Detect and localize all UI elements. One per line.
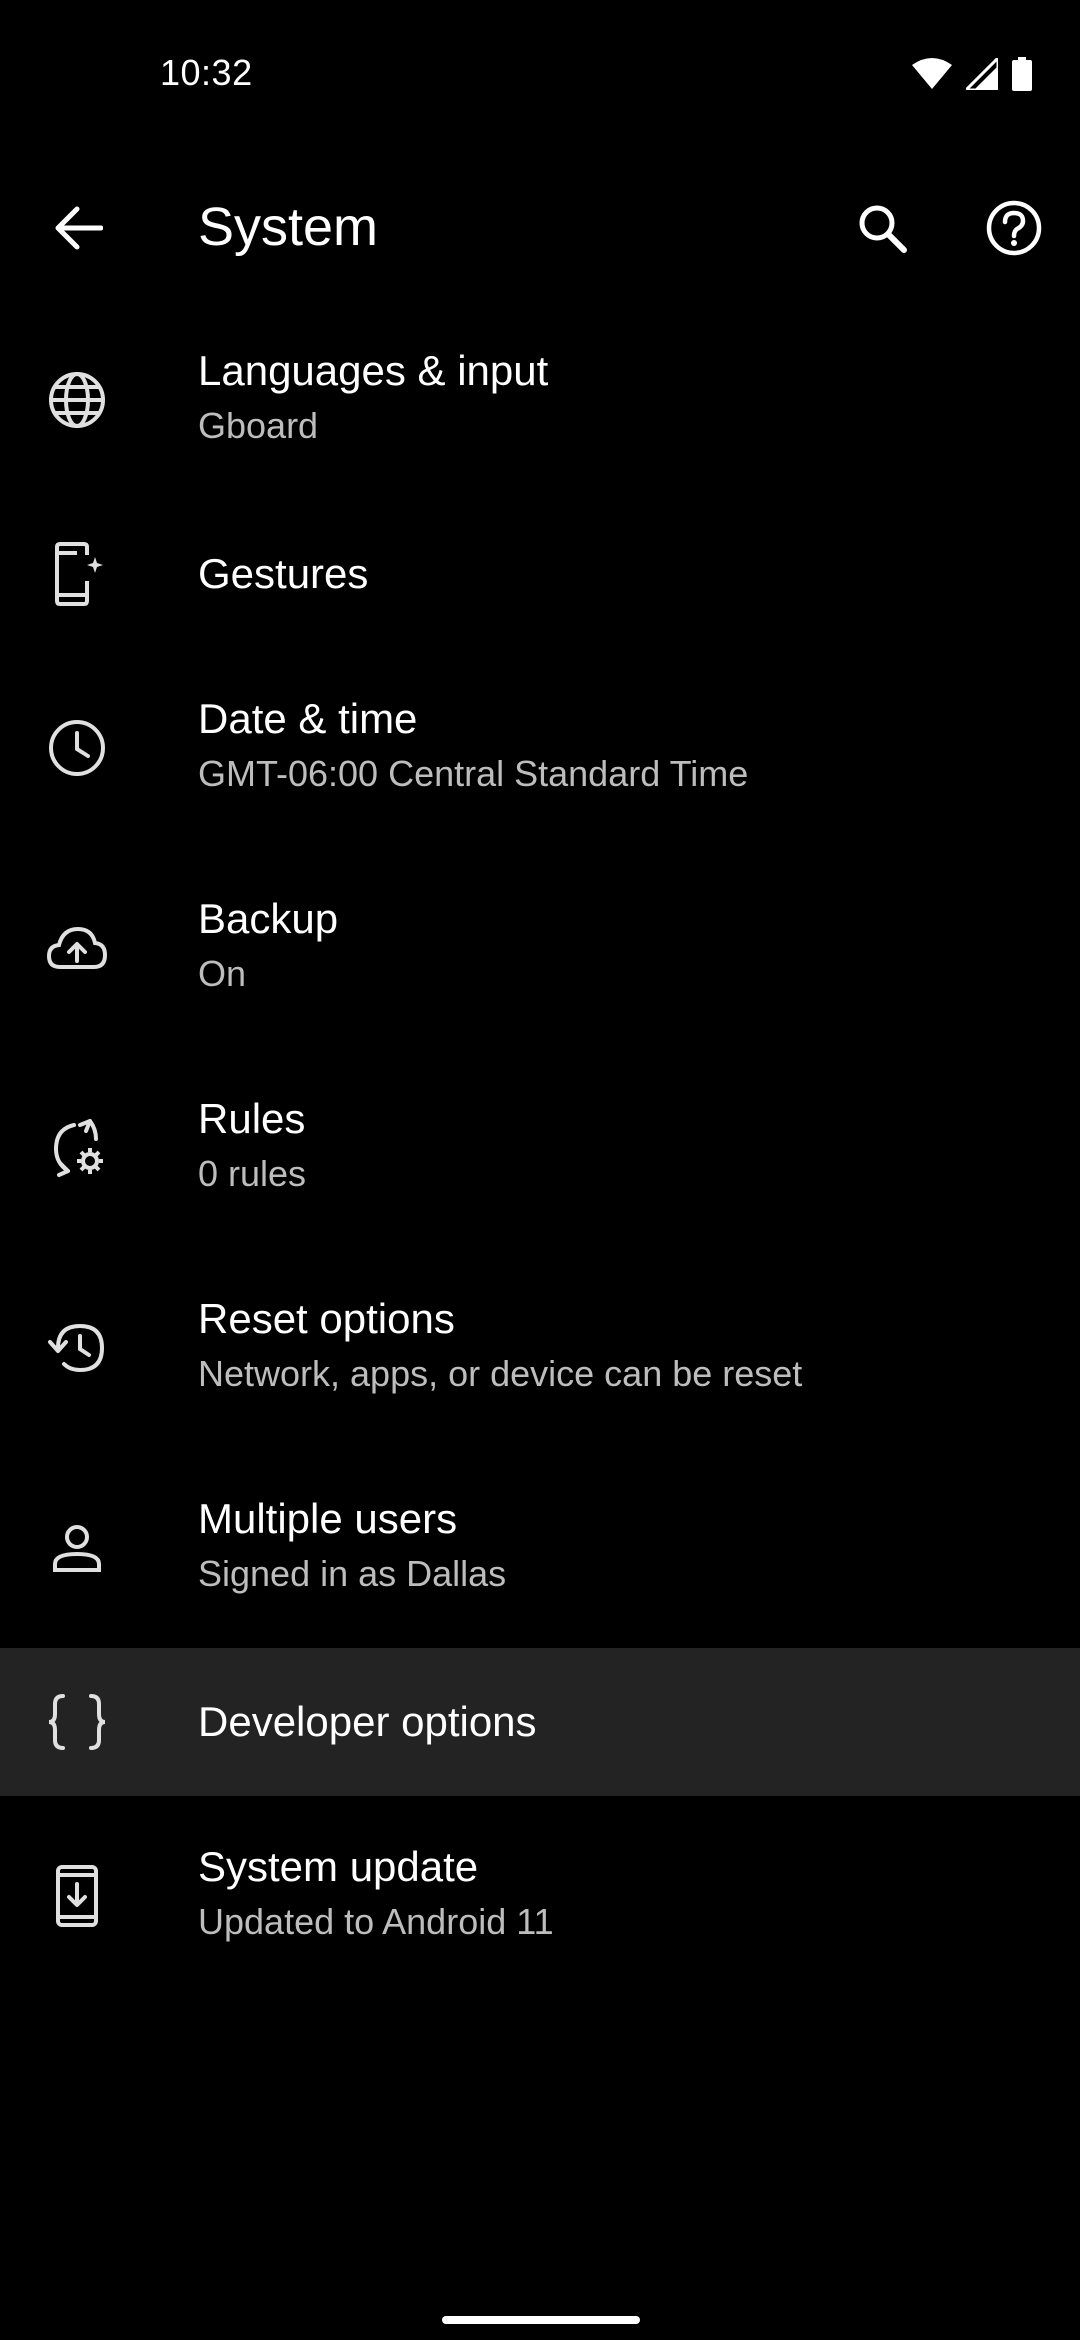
search-icon: [859, 205, 907, 253]
settings-item-languages-input[interactable]: Languages & input Gboard: [0, 300, 1080, 500]
help-icon: [986, 200, 1042, 256]
settings-item-title: Gestures: [198, 550, 369, 597]
cloud-upload-icon: [40, 911, 114, 985]
code-braces-icon: [40, 1685, 114, 1759]
settings-item-rules[interactable]: Rules 0 rules: [0, 1048, 1080, 1248]
gesture-navigation-handle[interactable]: [442, 2316, 640, 2324]
settings-item-summary: Signed in as Dallas: [198, 1553, 507, 1594]
settings-item-title: Reset options: [198, 1295, 455, 1342]
settings-item-title: Date & time: [198, 695, 418, 742]
restore-icon: [40, 1311, 114, 1385]
settings-item-title: Languages & input: [198, 347, 549, 394]
person-icon: [40, 1511, 114, 1585]
globe-icon: [40, 363, 114, 437]
settings-item-system-update[interactable]: System update Updated to Android 11: [0, 1796, 1080, 1996]
settings-item-title: Backup: [198, 895, 339, 942]
settings-item-developer-options[interactable]: Developer options: [0, 1648, 1080, 1796]
gestures-icon: [40, 537, 114, 611]
settings-item-summary: On: [198, 953, 247, 994]
settings-item-title: Multiple users: [198, 1495, 458, 1542]
wifi-icon: [912, 58, 952, 89]
settings-item-summary: Updated to Android 11: [198, 1901, 554, 1942]
settings-item-summary: Gboard: [198, 405, 319, 446]
settings-item-title: System update: [198, 1843, 479, 1890]
status-bar: 10:32: [0, 0, 1080, 150]
page-title: System: [198, 197, 379, 257]
clock-icon: [40, 711, 114, 785]
settings-item-gestures[interactable]: Gestures: [0, 500, 1080, 648]
settings-item-title: Rules: [198, 1095, 306, 1142]
settings-item-reset-options[interactable]: Reset options Network, apps, or device c…: [0, 1248, 1080, 1448]
rules-icon: [40, 1111, 114, 1185]
settings-item-title: Developer options: [198, 1698, 537, 1745]
battery-icon: [1012, 57, 1032, 91]
settings-item-backup[interactable]: Backup On: [0, 848, 1080, 1048]
help-button[interactable]: [966, 180, 1062, 276]
search-button[interactable]: [834, 180, 930, 276]
system-settings-screen: 10:32 System Languages & input Gboard Ge…: [0, 0, 1080, 2340]
system-update-icon: [40, 1859, 114, 1933]
arrow-back-icon: [55, 206, 103, 250]
app-bar: System: [0, 150, 1080, 300]
settings-item-summary: 0 rules: [198, 1153, 307, 1194]
status-icons: [912, 54, 1032, 94]
status-time: 10:32: [160, 52, 253, 93]
settings-item-date-time[interactable]: Date & time GMT-06:00 Central Standard T…: [0, 648, 1080, 848]
cell-signal-icon: [966, 58, 998, 90]
settings-item-summary: GMT-06:00 Central Standard Time: [198, 753, 749, 794]
settings-item-multiple-users[interactable]: Multiple users Signed in as Dallas: [0, 1448, 1080, 1648]
back-button[interactable]: [30, 180, 126, 276]
settings-item-summary: Network, apps, or device can be reset: [198, 1353, 803, 1394]
